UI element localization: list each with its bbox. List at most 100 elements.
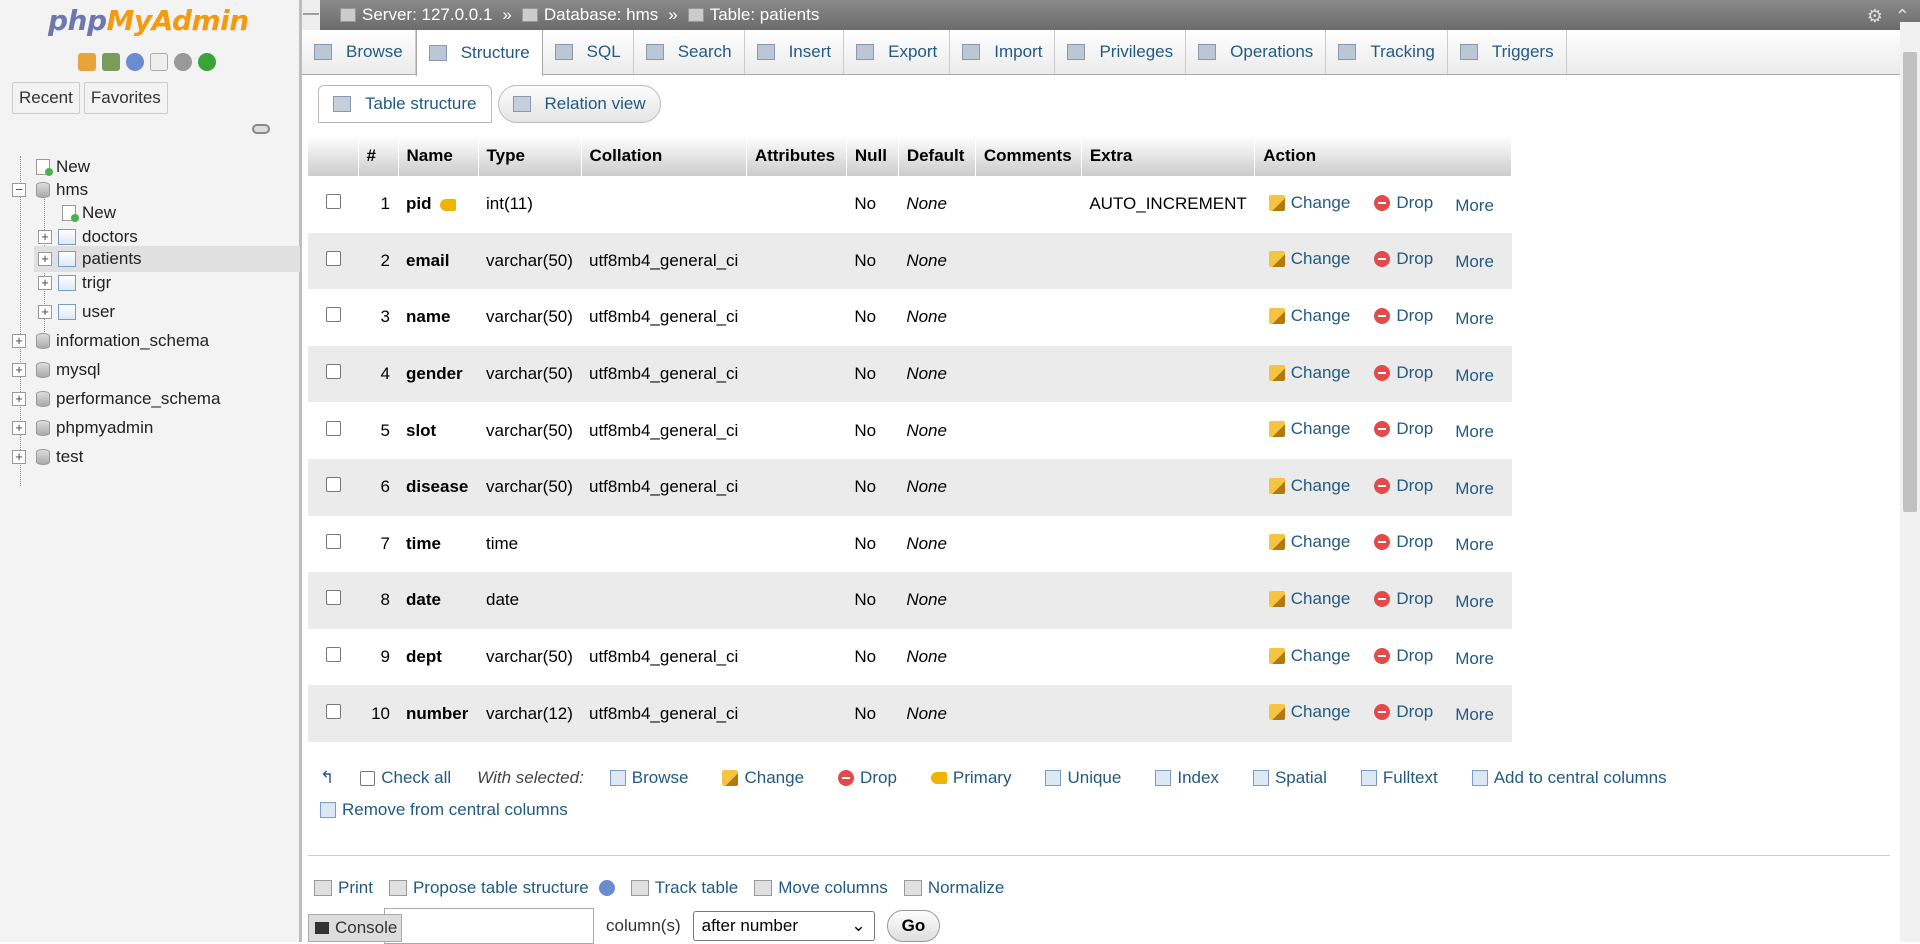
row-checkbox[interactable]	[325, 250, 341, 266]
move-columns-link[interactable]: Move columns	[754, 878, 888, 898]
row-checkbox[interactable]	[325, 533, 341, 549]
settings-gear-icon[interactable]: ⚙	[1867, 6, 1883, 27]
bulk-browse-button[interactable]: Browse	[609, 768, 688, 788]
drop-column-button[interactable]: Drop	[1374, 306, 1433, 326]
row-checkbox[interactable]	[325, 590, 341, 606]
drop-column-button[interactable]: Drop	[1374, 702, 1433, 722]
drop-column-button[interactable]: Drop	[1374, 646, 1433, 666]
breadcrumb-table[interactable]: Table: patients	[687, 5, 819, 25]
propose-structure-link[interactable]: Propose table structure	[388, 878, 615, 898]
drop-column-button[interactable]: Drop	[1374, 363, 1433, 383]
tab-browse[interactable]: Browse	[302, 30, 416, 74]
normalize-link[interactable]: Normalize	[903, 878, 1004, 898]
change-column-button[interactable]: Change	[1268, 306, 1350, 326]
row-checkbox[interactable]	[325, 703, 341, 719]
tree-db-information-schema[interactable]: information_schema	[36, 328, 209, 354]
row-checkbox[interactable]	[325, 194, 341, 210]
check-all[interactable]: Check all	[360, 768, 451, 788]
column-header[interactable]: Type	[478, 136, 582, 176]
expand-doctors-icon[interactable]: +	[38, 230, 52, 244]
bulk-add-central-button[interactable]: Add to central columns	[1471, 768, 1667, 788]
tab-structure[interactable]: Structure	[415, 30, 543, 76]
expand-phpmyadmin-icon[interactable]: +	[12, 421, 26, 435]
subtab-relation-view[interactable]: Relation view	[497, 85, 661, 123]
change-column-button[interactable]: Change	[1268, 476, 1350, 496]
bulk-remove-central-button[interactable]: Remove from central columns	[320, 800, 568, 820]
scrollbar[interactable]	[1900, 22, 1920, 942]
tree-table-user[interactable]: user	[58, 299, 115, 325]
link-with-main-panel-icon[interactable]	[252, 124, 270, 134]
row-checkbox[interactable]	[325, 420, 341, 436]
recent-button[interactable]: Recent	[12, 82, 80, 114]
bulk-change-button[interactable]: Change	[722, 768, 804, 788]
tab-import[interactable]: Import	[950, 30, 1056, 74]
change-column-button[interactable]: Change	[1268, 363, 1350, 383]
tab-export[interactable]: Export	[844, 30, 951, 74]
tree-db-test[interactable]: test	[36, 444, 83, 470]
subtab-table-structure[interactable]: Table structure	[318, 85, 492, 123]
column-header[interactable]: Extra	[1081, 136, 1256, 176]
check-all-checkbox[interactable]	[360, 770, 376, 786]
row-checkbox[interactable]	[325, 477, 341, 493]
drop-column-button[interactable]: Drop	[1374, 589, 1433, 609]
print-link[interactable]: Print	[314, 878, 373, 898]
expand-trigr-icon[interactable]: +	[38, 276, 52, 290]
more-actions-button[interactable]: More	[1455, 196, 1494, 216]
drop-column-button[interactable]: Drop	[1374, 193, 1433, 213]
bulk-fulltext-button[interactable]: Fulltext	[1360, 768, 1438, 788]
column-position-select[interactable]: after number ⌄	[692, 911, 875, 941]
bulk-index-button[interactable]: Index	[1155, 768, 1219, 788]
expand-patients-icon[interactable]: +	[38, 252, 52, 266]
tree-db-phpmyadmin[interactable]: phpmyadmin	[36, 415, 153, 441]
more-actions-button[interactable]: More	[1455, 422, 1494, 442]
collapse-hms-icon[interactable]: −	[12, 183, 26, 197]
column-header[interactable]: Null	[846, 136, 899, 176]
more-actions-button[interactable]: More	[1455, 479, 1494, 499]
expand-user-icon[interactable]: +	[38, 305, 52, 319]
docs-icon[interactable]	[150, 53, 168, 71]
settings-gear-icon[interactable]	[174, 53, 192, 71]
help-icon[interactable]	[598, 880, 615, 896]
favorites-button[interactable]: Favorites	[83, 82, 168, 114]
change-column-button[interactable]: Change	[1268, 532, 1350, 552]
more-actions-button[interactable]: More	[1455, 366, 1494, 386]
tab-operations[interactable]: Operations	[1186, 30, 1327, 74]
row-checkbox[interactable]	[325, 647, 341, 663]
column-count-input[interactable]	[384, 908, 594, 944]
drop-column-button[interactable]: Drop	[1374, 532, 1433, 552]
more-actions-button[interactable]: More	[1455, 592, 1494, 612]
more-actions-button[interactable]: More	[1455, 705, 1494, 725]
tree-table-patients[interactable]: patients	[34, 246, 300, 272]
drop-column-button[interactable]: Drop	[1374, 476, 1433, 496]
bulk-unique-button[interactable]: Unique	[1045, 768, 1121, 788]
column-header[interactable]: Collation	[581, 136, 747, 176]
more-actions-button[interactable]: More	[1455, 252, 1494, 272]
breadcrumb-database[interactable]: Database: hms	[521, 5, 658, 25]
collapse-navigation-icon[interactable]: —	[302, 0, 320, 30]
tree-table-trigr[interactable]: trigr	[58, 270, 111, 296]
change-column-button[interactable]: Change	[1268, 419, 1350, 439]
bulk-drop-button[interactable]: Drop	[838, 768, 897, 788]
change-column-button[interactable]: Change	[1268, 646, 1350, 666]
drop-column-button[interactable]: Drop	[1374, 249, 1433, 269]
reload-icon[interactable]	[198, 53, 216, 71]
more-actions-button[interactable]: More	[1455, 649, 1494, 669]
more-actions-button[interactable]: More	[1455, 535, 1494, 555]
phpmyadmin-logo[interactable]: phpMyAdmin	[48, 4, 249, 37]
column-header[interactable]: Default	[898, 136, 976, 176]
go-button[interactable]: Go	[886, 910, 941, 942]
tab-search[interactable]: Search	[634, 30, 745, 74]
change-column-button[interactable]: Change	[1268, 589, 1350, 609]
breadcrumb-server[interactable]: Server: 127.0.0.1	[340, 5, 492, 25]
logout-icon[interactable]	[102, 53, 120, 71]
expand-mysql-icon[interactable]: +	[12, 363, 26, 377]
tab-insert[interactable]: Insert	[745, 30, 845, 74]
bulk-primary-button[interactable]: Primary	[930, 768, 1011, 788]
change-column-button[interactable]: Change	[1268, 193, 1350, 213]
console-toggle[interactable]: Console	[308, 914, 402, 942]
tab-triggers[interactable]: Triggers	[1448, 30, 1567, 74]
column-header[interactable]: Action	[1254, 136, 1513, 176]
bulk-spatial-button[interactable]: Spatial	[1252, 768, 1327, 788]
expand-performance-schema-icon[interactable]: +	[12, 392, 26, 406]
track-table-link[interactable]: Track table	[630, 878, 738, 898]
